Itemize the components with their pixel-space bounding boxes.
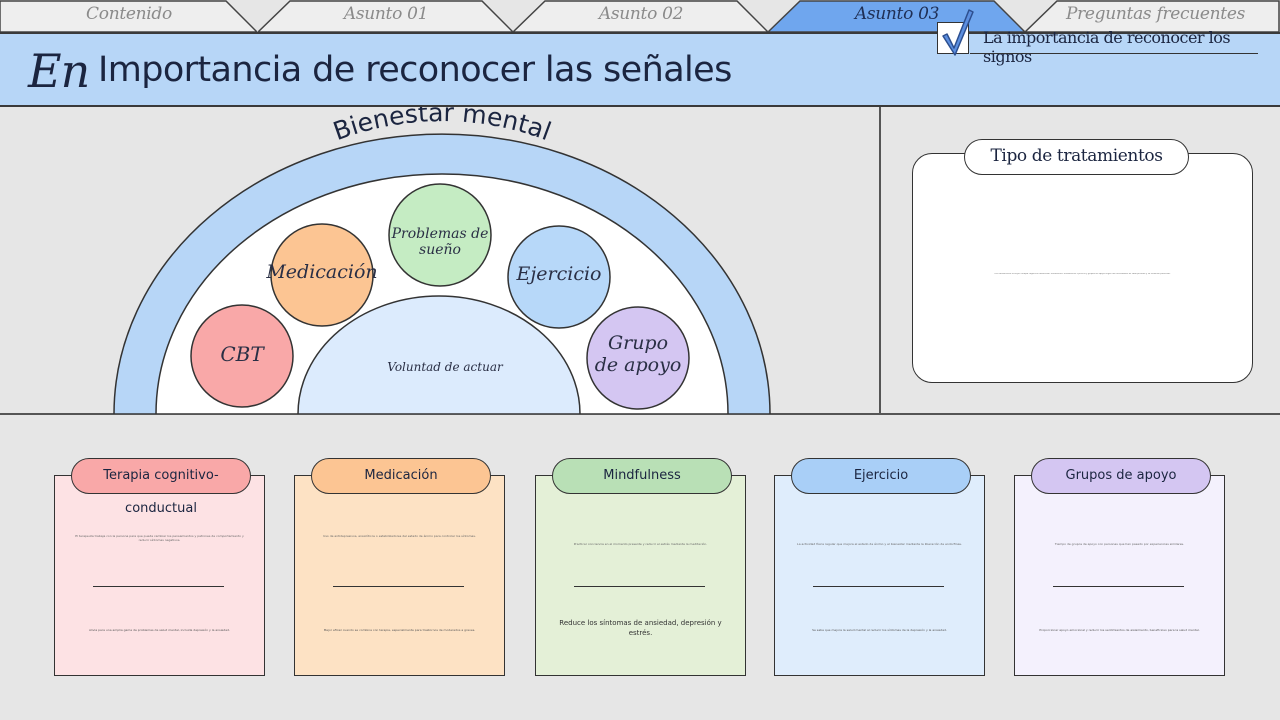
checkmark-icon [942, 9, 974, 56]
tab-label: Preguntas frecuentes [1065, 4, 1246, 24]
card-description: Uso de antidepresivos, ansiolíticos o es… [323, 534, 476, 538]
card-grupos-de-apoyo: Grupos de apoyo Tiempo de grupos de apoy… [1014, 458, 1225, 676]
card-benefit: Se sabe que mejora la salud mental al re… [812, 628, 947, 632]
tab-label: Asunto 03 [854, 4, 940, 24]
header-link-underline [970, 53, 1258, 54]
bubble-label-line: Grupo [607, 332, 669, 354]
card-title: Grupos de apoyo [1031, 458, 1211, 494]
card-divider [93, 586, 224, 587]
tab-label: Asunto 01 [343, 4, 429, 24]
card-title: Mindfulness [552, 458, 732, 494]
treatments-text: Los tratamientos incluyen terapia cognit… [994, 273, 1171, 275]
card-divider [333, 586, 464, 587]
bubble-label-problemas-de-sueno: Problemas de sueño [391, 226, 489, 259]
bubble-label-grupo-de-apoyo: Grupo de apoyo [588, 332, 688, 377]
header-prefix: En [28, 44, 90, 98]
card-title: Ejercicio [791, 458, 971, 494]
card-benefit: Proporcionar apoyo emocional y reducir l… [1039, 628, 1200, 632]
card-benefit: Mejor eficaz cuando se combina con terap… [323, 628, 476, 632]
header-link[interactable]: La importancia de reconocer los signos [983, 28, 1280, 66]
bubble-label-medicacion: Medicación [266, 261, 378, 283]
card-description: El terapeuta trabaja con la persona para… [75, 534, 244, 543]
tab-asunto-01[interactable]: Asunto 01 [258, 0, 514, 32]
card-benefit: Reduce los síntomas de ansiedad, depresi… [559, 619, 722, 637]
treatments-panel [912, 153, 1253, 383]
card-terapia-cognitivo-conductual: Terapia cognitivo-conductual El terapeut… [54, 458, 265, 676]
card-description: Practicar conciencia en el momento prese… [573, 542, 708, 546]
bubble-label-cbt: CBT [220, 342, 264, 366]
card-divider [1053, 586, 1184, 587]
center-label: Voluntad de actuar [387, 360, 503, 374]
tab-label: Contenido [86, 4, 172, 24]
card-description: La actividad física regular que mejora e… [797, 542, 962, 546]
card-benefit: Alivia para una amplia gama de problemas… [89, 628, 230, 632]
tab-contenido[interactable]: Contenido [0, 0, 258, 32]
bubble-label-ejercicio: Ejercicio [516, 263, 602, 285]
card-medicacion: Medicación Uso de antidepresivos, ansiol… [294, 458, 505, 676]
card-ejercicio: Ejercicio La actividad física regular qu… [774, 458, 985, 676]
card-divider [813, 586, 944, 587]
card-title: Medicación [311, 458, 491, 494]
treatments-title: Tipo de tratamientos [964, 139, 1189, 175]
card-title: Terapia cognitivo-conductual [71, 458, 251, 516]
tab-asunto-02[interactable]: Asunto 02 [513, 0, 769, 32]
card-mindfulness: Mindfulness Practicar conciencia en el m… [535, 458, 746, 676]
bubble-label-line: de apoyo [594, 353, 682, 376]
page-title: Importancia de reconocer las señales [98, 50, 732, 90]
tab-label: Asunto 02 [598, 4, 684, 24]
card-divider [574, 586, 705, 587]
card-description: Tiempo de grupos de apoyo con personas q… [1054, 542, 1185, 546]
